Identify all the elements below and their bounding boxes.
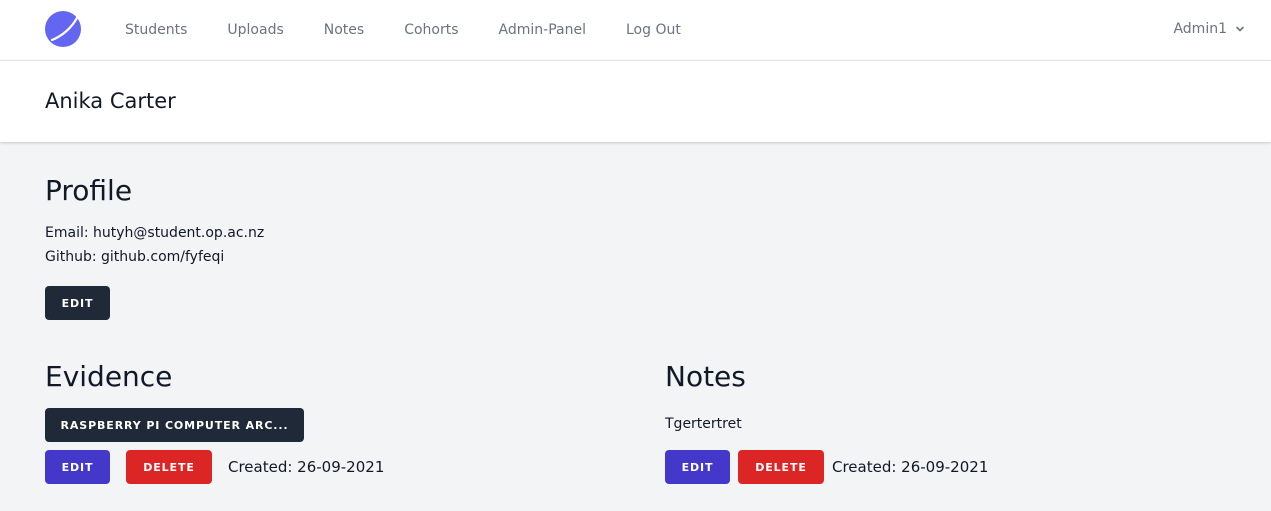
page-header: Anika Carter (0, 61, 1271, 142)
nav-links: Students Uploads Notes Cohorts Admin-Pan… (125, 0, 721, 60)
profile-email: Email: hutyh@student.op.ac.nz (45, 225, 265, 241)
profile-github: Github: github.com/fyfeqi (45, 249, 225, 265)
note-text: Tgertertret (665, 416, 742, 432)
nav-students[interactable]: Students (125, 22, 187, 38)
profile-edit-button[interactable]: EDIT (45, 286, 110, 320)
chevron-down-icon (1236, 26, 1244, 32)
nav-uploads[interactable]: Uploads (227, 22, 283, 38)
note-created-date: Created: 26-09-2021 (832, 458, 989, 476)
evidence-item-button[interactable]: RASPBERRY PI COMPUTER ARC... (45, 408, 304, 442)
evidence-heading: Evidence (45, 360, 173, 393)
nav-admin-panel[interactable]: Admin-Panel (499, 22, 586, 38)
evidence-created-date: Created: 26-09-2021 (228, 458, 385, 476)
planet-logo-icon[interactable] (44, 10, 82, 48)
evidence-delete-button[interactable]: DELETE (126, 450, 212, 484)
page-title: Anika Carter (45, 89, 176, 113)
evidence-edit-button[interactable]: EDIT (45, 450, 110, 484)
user-menu[interactable]: Admin1 (1173, 0, 1245, 58)
nav-log-out[interactable]: Log Out (626, 22, 681, 38)
profile-heading: Profile (45, 174, 133, 207)
notes-heading: Notes (665, 360, 746, 393)
top-navbar: Students Uploads Notes Cohorts Admin-Pan… (0, 0, 1271, 61)
note-edit-button[interactable]: EDIT (665, 450, 730, 484)
user-name: Admin1 (1173, 21, 1227, 37)
nav-notes[interactable]: Notes (324, 22, 364, 38)
note-delete-button[interactable]: DELETE (738, 450, 824, 484)
nav-cohorts[interactable]: Cohorts (404, 22, 458, 38)
